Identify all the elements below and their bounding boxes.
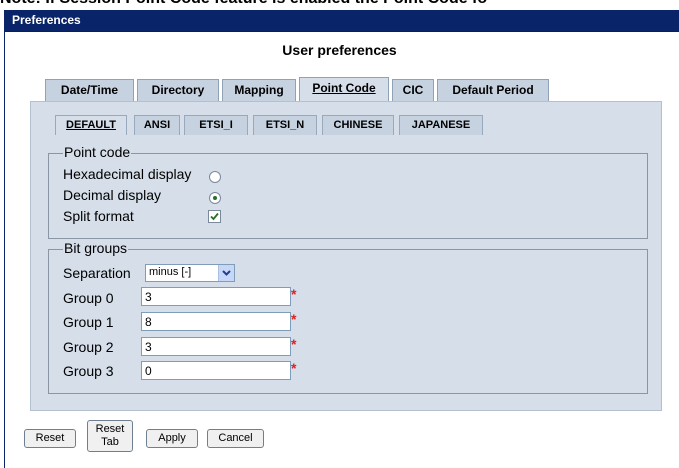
tab-point-code[interactable]: Point Code: [299, 77, 389, 102]
tab-directory[interactable]: Directory: [137, 79, 219, 101]
checkmark-icon: [210, 212, 219, 221]
hex-display-label: Hexadecimal display: [63, 166, 192, 182]
separation-select[interactable]: minus [-]: [145, 264, 235, 282]
group-3-label: Group 3: [63, 363, 114, 379]
split-format-label: Split format: [63, 208, 134, 224]
bit-groups-group: [48, 249, 648, 394]
subtab-chinese[interactable]: CHINESE: [322, 115, 394, 135]
separation-selected-value: minus [-]: [149, 266, 192, 278]
required-marker: *: [291, 286, 297, 302]
group-0-value: 3: [145, 290, 152, 304]
subtab-ansi[interactable]: ANSI: [134, 115, 180, 135]
bit-groups-legend: Bit groups: [63, 240, 129, 256]
reset-tab-label-line2: Tab: [101, 436, 119, 448]
group-0-label: Group 0: [63, 290, 114, 306]
group-2-input[interactable]: 3: [141, 337, 291, 356]
tab-cic[interactable]: CIC: [392, 79, 434, 101]
group-0-input[interactable]: 3: [141, 287, 291, 306]
window-title: Preferences: [12, 13, 81, 27]
reset-button[interactable]: Reset: [24, 429, 76, 448]
group-1-input[interactable]: 8: [141, 312, 291, 331]
required-marker: *: [291, 336, 297, 352]
cancel-button[interactable]: Cancel: [207, 429, 264, 448]
top-note-text: Note: If Session Point Code feature is e…: [0, 0, 679, 8]
tab-date-time[interactable]: Date/Time: [45, 79, 134, 101]
subtab-etsi-n[interactable]: ETSI_N: [253, 115, 317, 135]
split-format-checkbox[interactable]: [208, 210, 221, 223]
group-2-value: 3: [145, 340, 152, 354]
required-marker: *: [291, 311, 297, 327]
subtab-etsi-i[interactable]: ETSI_I: [184, 115, 248, 135]
page-title: User preferences: [282, 42, 397, 58]
subtab-default[interactable]: DEFAULT: [55, 115, 127, 135]
group-3-input[interactable]: 0: [141, 361, 291, 380]
separation-label: Separation: [63, 265, 131, 281]
radio-selected-dot: [213, 196, 217, 200]
apply-button[interactable]: Apply: [146, 429, 198, 448]
tab-default-period[interactable]: Default Period: [437, 79, 549, 101]
decimal-display-radio[interactable]: [209, 192, 221, 204]
window-titlebar: Preferences: [4, 10, 679, 32]
group-1-value: 8: [145, 315, 152, 329]
group-2-label: Group 2: [63, 339, 114, 355]
select-dropdown-button[interactable]: [218, 265, 234, 281]
reset-tab-button[interactable]: Reset Tab: [87, 420, 133, 452]
decimal-display-label: Decimal display: [63, 187, 162, 203]
point-code-legend: Point code: [63, 144, 132, 160]
tab-mapping[interactable]: Mapping: [222, 79, 296, 101]
subtab-japanese[interactable]: JAPANESE: [399, 115, 483, 135]
group-1-label: Group 1: [63, 314, 114, 330]
hex-display-radio[interactable]: [209, 171, 221, 183]
chevron-down-icon: [222, 270, 231, 276]
required-marker: *: [291, 360, 297, 376]
reset-tab-label-line1: Reset: [95, 423, 125, 435]
group-3-value: 0: [145, 364, 152, 378]
